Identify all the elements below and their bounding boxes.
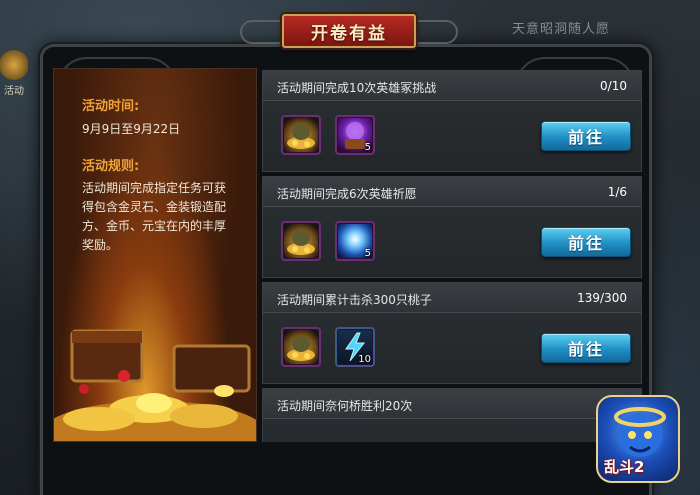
rules-line: 奖励。 [82,238,119,252]
event-rules-text: 活动期间完成指定任务可获 得包含金灵石、金装锻造配 方、金币、元宝在内的丰厚 奖… [82,179,226,255]
reward-count: 10 [358,354,371,365]
event-side-label: 活动 [4,86,24,97]
rules-line: 得包含金灵石、金装锻造配 [82,200,227,214]
quest-title: 活动期间奈何桥胜利20次 [277,399,413,413]
event-side-icon[interactable] [0,50,28,80]
event-rules-heading: 活动规则: [82,159,140,174]
rules-line: 方、金币、元宝在内的丰厚 [82,219,227,233]
quest-progress: 1/6 [607,185,627,199]
rules-line: 活动期间完成指定任务可获 [82,181,227,195]
reward-count: 5 [364,248,371,259]
quest-item: 活动期间完成6次英雄祈愿 1/6 5 前往 [262,176,642,278]
quest-title: 活动期间完成6次英雄祈愿 [277,187,417,201]
go-button[interactable]: 前往 [541,227,631,257]
quest-progress: 0/10 [600,79,627,93]
title-wing-right [418,20,458,44]
window-title: 开卷有益 [282,14,416,48]
quest-list[interactable]: 活动期间完成10次英雄冢挑战 0/10 5 前往 活动期间完成6次英雄祈愿 1/… [262,68,642,442]
quest-item: 活动期间完成10次英雄冢挑战 0/10 5 前往 [262,70,642,172]
quest-item: 活动期间奈何桥胜利20次 [262,388,642,442]
quest-item: 活动期间累计击杀300只桃子 139/300 10 前往 [262,282,642,384]
purple-orb-chest-icon[interactable]: 5 [335,115,375,155]
treasure-pile-icon [54,329,256,441]
quest-header: 活动期间奈何桥胜利20次 [263,389,641,419]
gold-coin-sack-icon[interactable] [281,221,321,261]
game-logo-text: 乱斗2 [604,458,645,476]
go-button[interactable]: 前往 [541,333,631,363]
quest-title: 活动期间累计击杀300只桃子 [277,293,432,307]
game-logo: 乱斗2 [596,395,680,483]
event-info-panel: 活动时间: 9月9日至9月22日 活动规则: 活动期间完成指定任务可获 得包含金… [53,68,257,442]
quest-progress: 139/300 [577,291,627,305]
gold-coin-sack-icon[interactable] [281,115,321,155]
title-wing-left [240,20,280,44]
lightning-bolt-icon[interactable]: 10 [335,327,375,367]
quest-header: 活动期间完成6次英雄祈愿 1/6 [263,177,641,207]
event-time-value: 9月9日至9月22日 [82,122,181,136]
gold-coin-sack-icon[interactable] [281,327,321,367]
blue-magic-orb-icon[interactable]: 5 [335,221,375,261]
background-label: 天意昭洞随人愿 [511,22,610,37]
quest-header: 活动期间完成10次英雄冢挑战 0/10 [263,71,641,101]
reward-count: 5 [364,142,371,153]
go-button[interactable]: 前往 [541,121,631,151]
quest-title: 活动期间完成10次英雄冢挑战 [277,81,437,95]
quest-header: 活动期间累计击杀300只桃子 139/300 [263,283,641,313]
event-time-heading: 活动时间: [82,99,140,114]
